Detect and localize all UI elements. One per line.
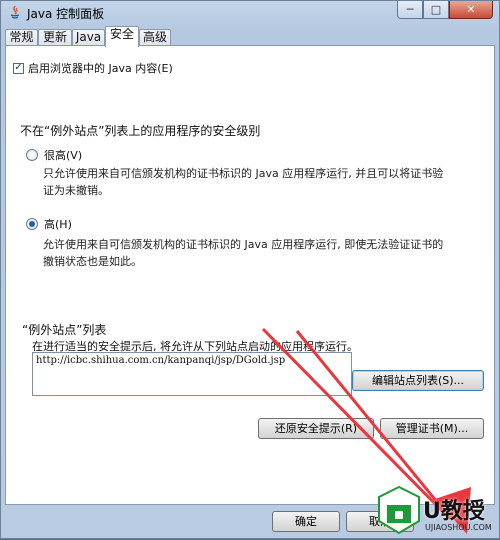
watermark-brand: U教授 — [423, 499, 485, 524]
java-control-panel-window: Java 控制面板 ─ □ ✕ 常规 更新 Java 安全 高级 ✓ 启用浏览器… — [0, 0, 500, 539]
enable-java-row[interactable]: ✓ 启用浏览器中的 Java 内容(E) — [13, 60, 173, 76]
list-item[interactable]: http://icbc.shihua.com.cn/kanpanqi/jsp/D… — [36, 355, 348, 366]
level-high-option[interactable]: 高(H) — [26, 216, 72, 232]
java-logo-icon — [10, 5, 20, 19]
tab-advanced[interactable]: 高级 — [139, 29, 171, 46]
high-radio[interactable] — [26, 218, 38, 230]
high-description-line: 撤销状态也是如此。 — [43, 255, 142, 268]
exception-sites-heading: “例外站点”列表 — [22, 323, 107, 337]
edit-site-list-button[interactable]: 编辑站点列表(S)... — [352, 370, 484, 391]
very-high-description-line: 只允许使用来自可信颁发机构的证书标识的 Java 应用程序运行, 并且可以将证书… — [43, 167, 444, 180]
high-description-line: 允许使用来自可信颁发机构的证书标识的 Java 应用程序运行, 即使无法验证证书… — [43, 238, 444, 251]
window-title: Java 控制面板 — [27, 7, 105, 21]
enable-java-label: 启用浏览器中的 Java 内容(E) — [28, 62, 173, 75]
watermark-logo: U教授 UJIAOSHOU.COM — [373, 483, 500, 540]
watermark-domain: UJIAOSHOU.COM — [425, 523, 492, 532]
title-bar[interactable]: Java 控制面板 ─ □ ✕ — [1, 1, 499, 25]
exception-sites-list[interactable]: http://icbc.shihua.com.cn/kanpanqi/jsp/D… — [32, 352, 352, 396]
security-tab-panel: ✓ 启用浏览器中的 Java 内容(E) 不在“例外站点”列表上的应用程序的安全… — [5, 45, 495, 505]
tab-update[interactable]: 更新 — [38, 29, 72, 46]
high-description: 允许使用来自可信颁发机构的证书标识的 Java 应用程序运行, 即使无法验证证书… — [43, 236, 443, 270]
tab-security[interactable]: 安全 — [105, 26, 139, 47]
tab-java[interactable]: Java — [72, 29, 105, 46]
high-label: 高(H) — [44, 218, 72, 231]
ok-button[interactable]: 确定 — [272, 511, 340, 532]
very-high-description-line: 证为未撤销。 — [43, 184, 109, 197]
radio-selected-dot — [29, 221, 35, 227]
very-high-description: 只允许使用来自可信颁发机构的证书标识的 Java 应用程序运行, 并且可以将证书… — [43, 165, 443, 199]
very-high-label: 很高(V) — [44, 149, 83, 162]
close-button[interactable]: ✕ — [449, 1, 493, 19]
level-very-high-option[interactable]: 很高(V) — [26, 147, 82, 163]
maximize-button[interactable]: □ — [423, 1, 449, 19]
restore-security-prompts-button[interactable]: 还原安全提示(R) — [258, 418, 374, 439]
security-level-heading: 不在“例外站点”列表上的应用程序的安全级别 — [20, 124, 261, 138]
minimize-button[interactable]: ─ — [397, 1, 423, 19]
very-high-radio[interactable] — [26, 149, 38, 161]
manage-certificates-button[interactable]: 管理证书(M)... — [380, 418, 484, 439]
tab-general[interactable]: 常规 — [5, 29, 38, 46]
window-controls: ─ □ ✕ — [397, 1, 493, 20]
enable-java-checkbox[interactable]: ✓ — [13, 62, 24, 74]
